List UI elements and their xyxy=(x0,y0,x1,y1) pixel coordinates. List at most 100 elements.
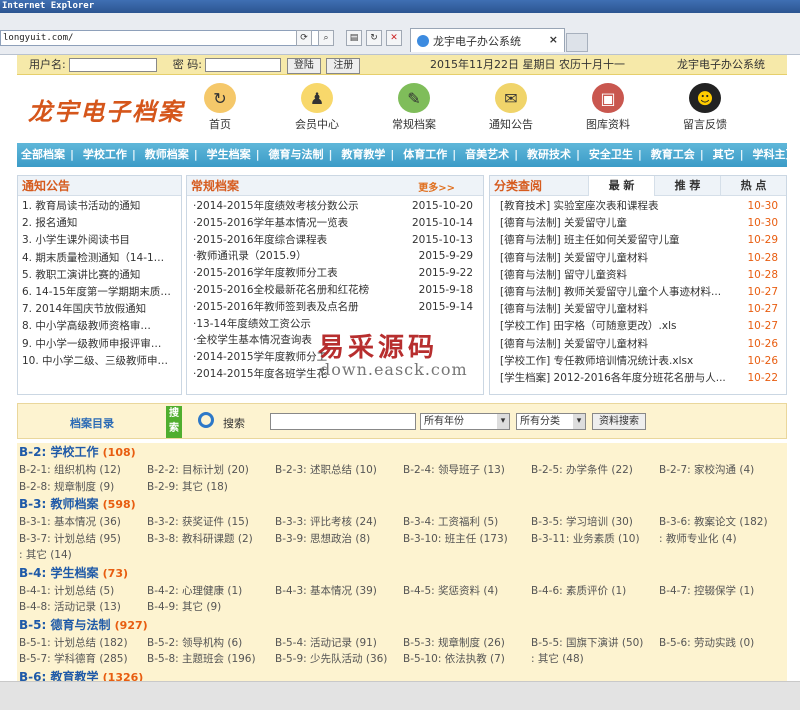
category-heading[interactable]: B-2: 学校工作 (108) xyxy=(19,443,787,462)
subcategory-link[interactable]: B-4-7: 控辍保学 (1) xyxy=(659,583,787,600)
subcategory-link[interactable]: : 其它 (14) xyxy=(19,547,147,564)
close-tab-icon[interactable]: × xyxy=(549,33,558,46)
stop-icon[interactable]: ✕ xyxy=(386,30,402,46)
category-heading[interactable]: B-3: 教师档案 (598) xyxy=(19,495,787,514)
regular-item[interactable]: ·2015-2016年教师签到表及点名册 2015-9-14 xyxy=(187,299,483,316)
category-select[interactable]: 所有分类 xyxy=(516,413,586,430)
subcategory-link[interactable]: B-3-5: 学习培训 (30) xyxy=(531,514,659,531)
browser-tab[interactable]: 龙宇电子办公系统 × xyxy=(410,28,565,52)
subcategory-link[interactable]: B-4-2: 心理健康 (1) xyxy=(147,583,275,600)
subcategory-link[interactable]: B-3-4: 工资福利 (5) xyxy=(403,514,531,531)
menu-item[interactable]: 教育工会 xyxy=(651,148,695,161)
subcategory-link[interactable]: B-5-5: 国旗下演讲 (50) xyxy=(531,635,659,652)
regular-item[interactable]: ·2015-2016学年基本情况一览表 2015-10-14 xyxy=(187,215,483,232)
notice-item[interactable]: 4. 期末质量检测通知（14-1… xyxy=(18,250,181,267)
nav-feedback[interactable]: ☻ 留言反馈 xyxy=(665,83,745,132)
notice-item[interactable]: 8. 中小学高级教师资格审… xyxy=(18,318,181,335)
year-select[interactable]: 所有年份 xyxy=(420,413,510,430)
regular-item[interactable]: ·2015-2016全校最新花名册和红花榜 2015-9-18 xyxy=(187,282,483,299)
menu-item[interactable]: 学生档案 xyxy=(207,148,251,161)
classify-item[interactable]: [德育与法制] 关爱留守儿童材料 10-27 xyxy=(490,301,786,318)
notice-item[interactable]: 7. 2014年国庆节放假通知 xyxy=(18,301,181,318)
reload-icon[interactable]: ↻ xyxy=(366,30,382,46)
menu-item[interactable]: 安全卫生 xyxy=(589,148,633,161)
classify-item[interactable]: [教育技术] 实验室座次表和课程表 10-30 xyxy=(490,198,786,215)
nav-notice[interactable]: ✉ 通知公告 xyxy=(471,83,551,132)
classify-item[interactable]: [德育与法制] 关爱留守儿童材料 10-26 xyxy=(490,336,786,353)
refresh-icon[interactable]: ⟳ xyxy=(296,30,312,46)
tab-latest[interactable]: 最 新 xyxy=(588,176,654,196)
username-input[interactable] xyxy=(69,58,158,72)
notice-item[interactable]: 9. 中小学一级教师申报评审… xyxy=(18,336,181,353)
subcategory-link[interactable]: B-5-9: 少先队活动 (36) xyxy=(275,651,403,668)
subcategory-link[interactable]: B-3-2: 获奖证件 (15) xyxy=(147,514,275,531)
nav-archive[interactable]: ✎ 常规档案 xyxy=(374,83,454,132)
menu-item[interactable]: 教研技术 xyxy=(527,148,571,161)
notice-item[interactable]: 2. 报名通知 xyxy=(18,215,181,232)
subcategory-link[interactable]: : 教师专业化 (4) xyxy=(659,531,787,548)
nav-home[interactable]: ↻ 首页 xyxy=(180,83,260,132)
subcategory-link[interactable]: B-4-3: 基本情况 (39) xyxy=(275,583,403,600)
new-tab-button[interactable] xyxy=(566,33,588,52)
subcategory-link[interactable]: B-4-5: 奖惩资料 (4) xyxy=(403,583,531,600)
tab-recommend[interactable]: 推 荐 xyxy=(654,176,720,196)
notice-item[interactable]: 6. 14-15年度第一学期期末质… xyxy=(18,284,181,301)
menu-item[interactable]: 德育与法制 xyxy=(269,148,324,161)
subcategory-link[interactable]: B-4-8: 活动记录 (13) xyxy=(19,599,147,616)
regular-item[interactable]: ·2015-2016学年度教师分工表 2015-9-22 xyxy=(187,265,483,282)
category-heading[interactable]: B-6: 教育教学 (1326) xyxy=(19,668,787,682)
register-button[interactable]: 注册 xyxy=(326,58,361,74)
subcategory-link[interactable]: B-5-6: 劳动实践 (0) xyxy=(659,635,787,652)
more-link[interactable]: 更多>> xyxy=(418,179,455,194)
subcategory-link[interactable]: B-3-8: 教科研课题 (2) xyxy=(147,531,275,548)
subcategory-link[interactable]: B-5-8: 主题班会 (196) xyxy=(147,651,275,668)
archive-search-button[interactable]: 资料搜索 xyxy=(592,413,646,430)
notice-item[interactable]: 5. 教职工演讲比赛的通知 xyxy=(18,267,181,284)
menu-item[interactable]: 全部档案 xyxy=(21,148,65,161)
menu-item[interactable]: 学科主页 xyxy=(753,148,788,161)
subcategory-link[interactable]: B-5-3: 规章制度 (26) xyxy=(403,635,531,652)
menu-item[interactable]: 教育教学 xyxy=(341,148,385,161)
subcategory-link[interactable]: B-4-6: 素质评价 (1) xyxy=(531,583,659,600)
subcategory-link[interactable]: B-3-10: 班主任 (173) xyxy=(403,531,531,548)
subcategory-link[interactable]: B-2-1: 组织机构 (12) xyxy=(19,462,147,479)
subcategory-link[interactable]: B-4-1: 计划总结 (5) xyxy=(19,583,147,600)
subcategory-link[interactable]: B-2-8: 规章制度 (9) xyxy=(19,479,147,496)
subcategory-link[interactable]: B-2-7: 家校沟通 (4) xyxy=(659,462,787,479)
menu-item[interactable]: 音美艺术 xyxy=(465,148,509,161)
regular-item[interactable]: ·2015-2016年度综合课程表 2015-10-13 xyxy=(187,232,483,249)
menu-item[interactable]: 教师档案 xyxy=(145,148,189,161)
tab-hot[interactable]: 热 点 xyxy=(720,176,786,196)
subcategory-link[interactable]: B-5-7: 学科德育 (285) xyxy=(19,651,147,668)
subcategory-link[interactable]: B-5-1: 计划总结 (182) xyxy=(19,635,147,652)
address-bar[interactable]: longyuit.com/ xyxy=(0,30,320,46)
login-button[interactable]: 登陆 xyxy=(286,58,321,74)
notice-item[interactable]: 3. 小学生课外阅读书目 xyxy=(18,232,181,249)
classify-item[interactable]: [德育与法制] 留守儿童资料 10-28 xyxy=(490,267,786,284)
compat-icon[interactable]: ▤ xyxy=(346,30,362,46)
classify-item[interactable]: [德育与法制] 班主任如何关爱留守儿童 10-29 xyxy=(490,232,786,249)
classify-item[interactable]: [德育与法制] 关爱留守儿童材料 10-28 xyxy=(490,250,786,267)
archive-search-input[interactable] xyxy=(270,413,416,430)
classify-item[interactable]: [德育与法制] 关爱留守儿童 10-30 xyxy=(490,215,786,232)
category-heading[interactable]: B-5: 德育与法制 (927) xyxy=(19,616,787,635)
notice-item[interactable]: 1. 教育局读书活动的通知 xyxy=(18,198,181,215)
subcategory-link[interactable]: : 其它 (48) xyxy=(531,651,659,668)
regular-item[interactable]: ·2014-2015年度绩效考核分数公示 2015-10-20 xyxy=(187,198,483,215)
nav-gallery[interactable]: ▣ 图库资料 xyxy=(568,83,648,132)
subcategory-link[interactable]: B-3-11: 业务素质 (10) xyxy=(531,531,659,548)
subcategory-link[interactable]: B-5-10: 依法执教 (7) xyxy=(403,651,531,668)
search-icon[interactable]: ⌕ xyxy=(318,30,334,46)
nav-member[interactable]: ♟ 会员中心 xyxy=(277,83,357,132)
subcategory-link[interactable]: B-4-9: 其它 (9) xyxy=(147,599,275,616)
subcategory-link[interactable]: B-5-4: 活动记录 (91) xyxy=(275,635,403,652)
menu-item[interactable]: 学校工作 xyxy=(83,148,127,161)
password-input[interactable] xyxy=(205,58,282,72)
subcategory-link[interactable]: B-3-7: 计划总结 (95) xyxy=(19,531,147,548)
menu-item[interactable]: 其它 xyxy=(713,148,735,161)
classify-item[interactable]: [学校工作] 专任教师培训情况统计表.xlsx 10-26 xyxy=(490,353,786,370)
subcategory-link[interactable]: B-3-3: 评比考核 (24) xyxy=(275,514,403,531)
subcategory-link[interactable]: B-5-2: 领导机构 (6) xyxy=(147,635,275,652)
classify-item[interactable]: [学生档案] 2012-2016各年度分班花名册与人... 10-22 xyxy=(490,370,786,387)
notice-item[interactable]: 10. 中小学二级、三级教师申… xyxy=(18,353,181,370)
